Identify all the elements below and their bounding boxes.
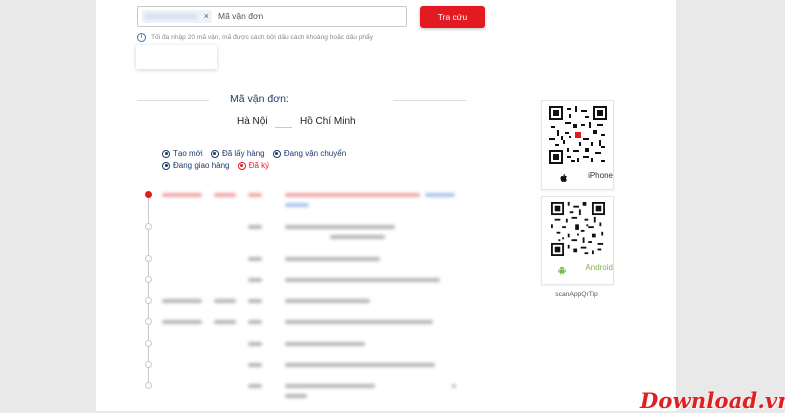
tracking-number-input[interactable]: × Mã vận đơn — [137, 6, 407, 27]
iphone-label: iPhone — [588, 171, 613, 180]
timeline-node — [145, 223, 152, 230]
filter-dang-giao-hang[interactable]: Đang giao hàng — [162, 161, 230, 170]
filter-da-ky[interactable]: Đã ký — [237, 161, 270, 170]
qr-label-android: Android — [542, 260, 613, 275]
filter-label: Đang vận chuyển — [283, 149, 347, 158]
radio-icon — [237, 161, 246, 170]
filter-label: Đang giao hàng — [173, 161, 230, 170]
suggestion-dropdown[interactable] — [136, 45, 217, 69]
filter-dang-van-chuyen[interactable]: Đang vận chuyển — [272, 149, 347, 158]
search-button[interactable]: Tra cứu — [420, 6, 485, 28]
filter-label: Đã lấy hàng — [221, 149, 265, 158]
scan-app-tip: scanAppQrTip — [555, 291, 598, 298]
filter-da-lay-hang[interactable]: Đã lấy hàng — [210, 149, 265, 158]
download-vn-watermark: Download.vn — [640, 388, 785, 413]
status-filters: Tạo mới Đã lấy hàng Đang vận chuyển Đang… — [162, 149, 422, 173]
qr-card-iphone[interactable]: iPhone — [541, 100, 614, 190]
android-icon — [557, 266, 566, 275]
divider-right — [393, 100, 466, 101]
search-placeholder: Mã vận đơn — [218, 11, 264, 21]
qr-label-iphone: iPhone — [542, 168, 613, 183]
timeline-node — [145, 255, 152, 262]
route-destination: Hồ Chí Minh — [300, 116, 356, 127]
result-title: Mã vận đơn: — [230, 93, 289, 105]
android-label: Android — [585, 263, 613, 272]
qr-code-android — [550, 202, 605, 256]
timeline-node — [145, 382, 152, 389]
divider-left — [137, 100, 209, 101]
timeline-node — [145, 276, 152, 283]
timeline-node — [145, 297, 152, 304]
qr-code-iphone — [548, 106, 607, 164]
radio-icon — [272, 149, 281, 158]
route-origin: Hà Nội — [237, 116, 268, 127]
search-hint: i Tối đa nhập 20 mã vận, mã được cách bở… — [137, 33, 373, 42]
qr-card-android[interactable]: Android — [541, 196, 614, 285]
apple-icon — [560, 174, 568, 182]
timeline-node — [145, 340, 152, 347]
filter-label: Đã ký — [248, 161, 270, 170]
timeline-node-current — [145, 191, 152, 198]
filter-label: Tạo mới — [173, 149, 203, 158]
route-connector — [275, 127, 292, 128]
radio-icon — [162, 161, 170, 170]
timeline-node — [145, 361, 152, 368]
search-hint-text: Tối đa nhập 20 mã vận, mã được cách bởi … — [151, 34, 374, 41]
timeline-node — [145, 318, 152, 325]
chip-close-icon[interactable]: × — [204, 10, 209, 23]
radio-icon — [210, 149, 219, 158]
tracking-chip[interactable]: × — [142, 10, 212, 23]
filter-tao-moi[interactable]: Tạo mới — [162, 149, 203, 158]
radio-icon — [162, 149, 170, 158]
tracking-chip-value-blurred — [145, 14, 197, 19]
info-icon: i — [137, 33, 146, 42]
